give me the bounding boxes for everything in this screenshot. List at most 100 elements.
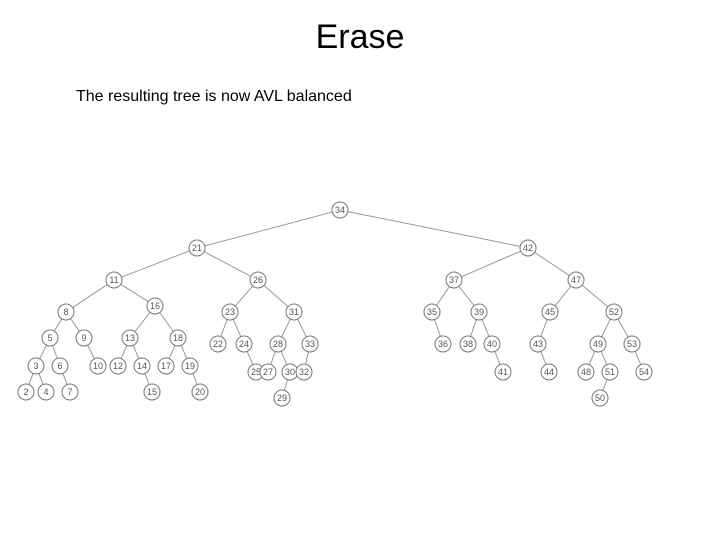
tree-node: 4 bbox=[38, 384, 54, 400]
tree-edge bbox=[121, 284, 148, 301]
tree-node: 50 bbox=[592, 390, 608, 406]
tree-edge bbox=[235, 286, 252, 306]
tree-node: 29 bbox=[274, 390, 290, 406]
tree-edge bbox=[133, 345, 139, 358]
tree-node-label: 43 bbox=[533, 339, 543, 349]
tree-node-label: 16 bbox=[150, 301, 160, 311]
tree-node-label: 48 bbox=[581, 367, 591, 377]
tree-node: 48 bbox=[578, 364, 594, 380]
tree-edge bbox=[461, 251, 520, 277]
tree-edge bbox=[29, 373, 33, 384]
tree-node: 38 bbox=[460, 336, 476, 352]
tree-edge bbox=[169, 345, 175, 358]
tree-edge bbox=[618, 319, 628, 337]
tree-node: 11 bbox=[106, 272, 122, 288]
tree-edge bbox=[298, 319, 307, 337]
tree-node: 23 bbox=[222, 304, 238, 320]
tree-node-label: 29 bbox=[277, 393, 287, 403]
tree-edge bbox=[40, 345, 47, 359]
tree-node: 8 bbox=[58, 304, 74, 320]
tree-node: 9 bbox=[76, 330, 92, 346]
tree-node-label: 28 bbox=[273, 339, 283, 349]
tree-node: 16 bbox=[147, 298, 163, 314]
tree-node: 35 bbox=[424, 304, 440, 320]
tree-node-label: 35 bbox=[427, 307, 437, 317]
tree-node-label: 37 bbox=[449, 275, 459, 285]
tree-node-label: 15 bbox=[147, 387, 157, 397]
tree-edge bbox=[555, 286, 571, 306]
tree-edge bbox=[73, 284, 108, 307]
tree-edge bbox=[71, 319, 80, 332]
tree-node: 28 bbox=[270, 336, 286, 352]
tree-node: 10 bbox=[90, 358, 106, 374]
tree-edge bbox=[348, 212, 520, 247]
tree-edge bbox=[635, 351, 641, 364]
tree-node: 34 bbox=[332, 202, 348, 218]
tree-node: 40 bbox=[484, 336, 500, 352]
tree-node-label: 5 bbox=[47, 333, 52, 343]
tree-node: 54 bbox=[636, 364, 652, 380]
tree-node-label: 26 bbox=[253, 275, 263, 285]
slide: Erase The resulting tree is now AVL bala… bbox=[0, 0, 720, 540]
tree-edge bbox=[121, 345, 127, 358]
tree-edge bbox=[54, 319, 62, 331]
tree-node: 51 bbox=[602, 364, 618, 380]
tree-node: 32 bbox=[296, 364, 312, 380]
tree-edge bbox=[306, 352, 309, 364]
slide-title: Erase bbox=[0, 18, 720, 57]
tree-node-label: 24 bbox=[239, 339, 249, 349]
tree-edge bbox=[160, 312, 174, 331]
tree-node: 33 bbox=[302, 336, 318, 352]
tree-edge bbox=[264, 285, 288, 306]
tree-node: 17 bbox=[158, 358, 174, 374]
tree-edge bbox=[603, 379, 607, 390]
tree-edge bbox=[193, 373, 197, 384]
tree-node-label: 34 bbox=[335, 205, 345, 215]
tree-node: 24 bbox=[236, 336, 252, 352]
tree-node-label: 4 bbox=[43, 387, 48, 397]
tree-node: 41 bbox=[495, 364, 511, 380]
tree-node: 52 bbox=[606, 304, 622, 320]
tree-node-label: 31 bbox=[289, 307, 299, 317]
tree-edge bbox=[53, 346, 58, 359]
tree-node: 31 bbox=[286, 304, 302, 320]
tree-node-label: 22 bbox=[213, 339, 223, 349]
tree-node-label: 18 bbox=[173, 333, 183, 343]
tree-node: 14 bbox=[134, 358, 150, 374]
tree-edge bbox=[204, 252, 251, 277]
tree-node-label: 2 bbox=[23, 387, 28, 397]
tree-node-label: 7 bbox=[67, 387, 72, 397]
tree-edge bbox=[281, 351, 287, 364]
tree-node: 5 bbox=[42, 330, 58, 346]
tree-node-label: 45 bbox=[545, 307, 555, 317]
tree-node: 6 bbox=[52, 358, 68, 374]
tree-node: 12 bbox=[110, 358, 126, 374]
tree-edge bbox=[121, 251, 189, 277]
tree-node: 3 bbox=[28, 358, 44, 374]
tree-edge bbox=[471, 320, 477, 337]
tree-node-label: 11 bbox=[109, 275, 118, 285]
tree-edge bbox=[282, 319, 291, 337]
tree-edge bbox=[541, 319, 547, 336]
tree-node: 13 bbox=[122, 330, 138, 346]
tree-edge bbox=[437, 287, 450, 306]
tree-node-label: 44 bbox=[544, 367, 554, 377]
tree-node-label: 53 bbox=[627, 339, 637, 349]
tree-node: 39 bbox=[471, 304, 487, 320]
tree-node-label: 19 bbox=[185, 361, 195, 371]
tree-node: 2 bbox=[18, 384, 34, 400]
tree-node: 47 bbox=[568, 272, 584, 288]
tree-node-label: 33 bbox=[305, 339, 315, 349]
tree-node: 43 bbox=[530, 336, 546, 352]
slide-subtitle: The resulting tree is now AVL balanced bbox=[76, 88, 352, 106]
tree-edge bbox=[459, 286, 474, 305]
tree-edge bbox=[233, 319, 241, 336]
tree-edge bbox=[271, 352, 276, 365]
tree-edge bbox=[601, 351, 607, 364]
tree-edge bbox=[88, 345, 95, 359]
tree-edge bbox=[435, 320, 441, 337]
tree-node: 45 bbox=[542, 304, 558, 320]
tree-node: 53 bbox=[624, 336, 640, 352]
tree-edge bbox=[135, 312, 150, 331]
tree-node: 20 bbox=[192, 384, 208, 400]
